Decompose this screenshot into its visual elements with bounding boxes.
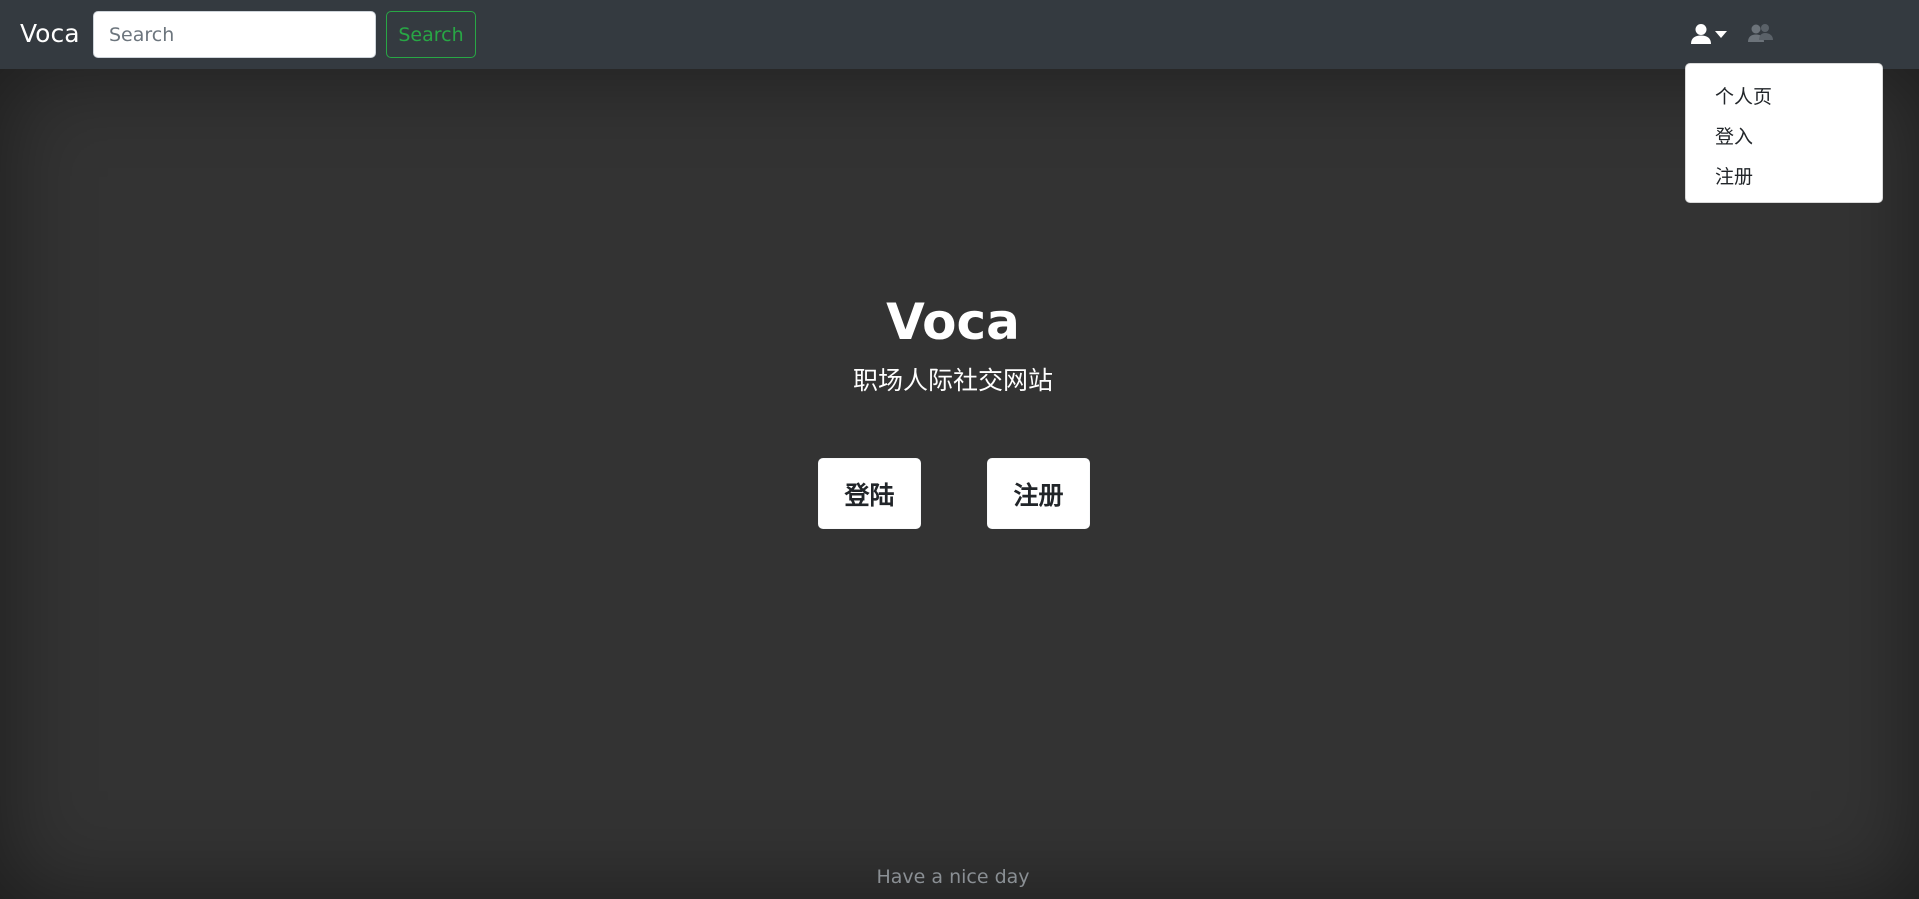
navbar: Voca Search <box>0 0 1919 69</box>
user-dropdown-menu: 个人页 登入 注册 <box>1685 63 1883 203</box>
dropdown-item-profile[interactable]: 个人页 <box>1686 77 1882 117</box>
hero-subtitle: 职场人际社交网站 <box>852 366 1053 395</box>
background-vignette <box>0 69 1919 899</box>
dropdown-item-register[interactable]: 注册 <box>1686 157 1882 197</box>
caret-down-icon <box>1715 30 1727 38</box>
user-icon <box>1691 24 1711 44</box>
register-button[interactable]: 注册 <box>987 458 1090 529</box>
footer-text: Have a nice day <box>876 866 1030 888</box>
search-input[interactable] <box>93 11 376 58</box>
user-menu-toggle[interactable] <box>1690 20 1730 48</box>
friends-icon[interactable] <box>1748 22 1774 46</box>
login-button[interactable]: 登陆 <box>818 458 921 529</box>
brand-logo-link[interactable]: Voca <box>20 18 80 50</box>
search-button[interactable]: Search <box>386 11 476 58</box>
hero-title: Voca <box>886 293 1020 351</box>
dropdown-item-login[interactable]: 登入 <box>1686 117 1882 157</box>
